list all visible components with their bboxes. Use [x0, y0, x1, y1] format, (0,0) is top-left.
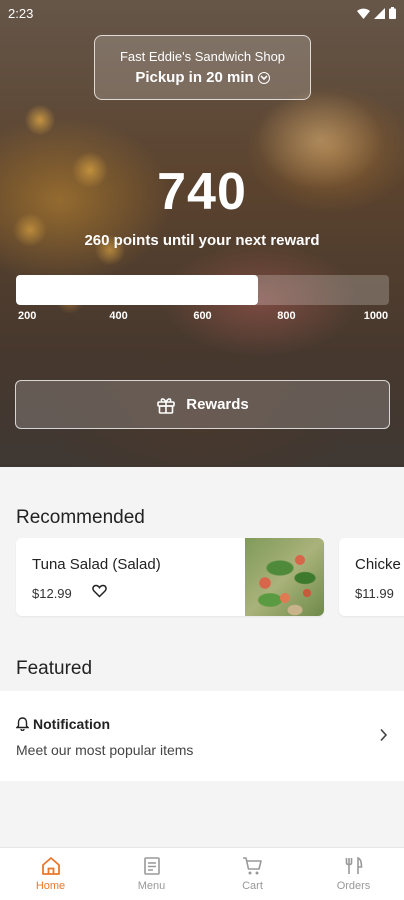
item-price: $11.99	[355, 586, 394, 601]
shop-selector[interactable]: Fast Eddie's Sandwich Shop Pickup in 20 …	[94, 35, 311, 100]
recommended-item-card[interactable]: Chicke $11.99	[339, 538, 404, 616]
signal-icon	[374, 7, 385, 19]
menu-icon	[143, 857, 160, 875]
rewards-button[interactable]: Rewards	[15, 380, 390, 429]
wifi-icon	[357, 8, 370, 19]
hero-banner: 2:23 Fast Eddie's Sandwich Shop Pickup i…	[0, 0, 404, 467]
rewards-progress-bar	[16, 275, 389, 305]
points-subtitle: 260 points until your next reward	[84, 232, 320, 249]
rewards-progress-fill	[16, 275, 259, 305]
status-icons	[357, 6, 396, 20]
shop-name: Fast Eddie's Sandwich Shop	[119, 49, 286, 64]
home-icon	[41, 857, 60, 875]
item-name: Chicke	[355, 556, 401, 573]
nav-cart-label: Cart	[242, 880, 263, 892]
rewards-button-label: Rewards	[186, 396, 249, 413]
notification-row[interactable]: Notification Meet our most popular items	[0, 691, 404, 781]
nav-orders-label: Orders	[336, 880, 371, 892]
featured-title: Featured	[16, 658, 93, 679]
item-price: $12.99	[32, 586, 72, 601]
progress-tick-label: 1000	[363, 310, 389, 322]
nav-home[interactable]: Home	[0, 848, 101, 900]
progress-tick-label: 200	[18, 310, 37, 322]
progress-ticks: 200 400 600 800 1000	[16, 310, 389, 324]
notification-header: Notification	[16, 716, 110, 732]
recommended-item-card[interactable]: Tuna Salad (Salad) $12.99	[16, 538, 324, 616]
home-content: Recommended Tuna Salad (Salad) $12.99 Ch…	[0, 467, 404, 847]
gift-icon	[157, 397, 176, 414]
progress-tick-label: 600	[193, 310, 212, 322]
nav-orders[interactable]: Orders	[303, 848, 404, 900]
progress-tick-label: 400	[109, 310, 128, 322]
nav-menu-label: Menu	[137, 880, 166, 892]
progress-tick-label: 800	[277, 310, 296, 322]
nav-home-label: Home	[35, 880, 66, 892]
item-name: Tuna Salad (Salad)	[32, 556, 161, 573]
bell-icon	[16, 717, 29, 731]
nav-cart[interactable]: Cart	[202, 848, 303, 900]
status-bar: 2:23	[0, 0, 404, 26]
item-image	[245, 538, 324, 616]
pickup-time: Pickup in 20 min	[95, 69, 310, 86]
chevron-down-icon	[257, 71, 270, 84]
orders-icon	[345, 856, 362, 874]
cart-icon	[242, 857, 262, 875]
bottom-navigation: Home Menu Cart Orders	[0, 847, 404, 900]
status-time: 2:23	[8, 6, 34, 21]
heart-icon[interactable]	[92, 584, 107, 598]
battery-icon	[389, 7, 396, 19]
recommended-title: Recommended	[16, 507, 145, 528]
nav-menu[interactable]: Menu	[101, 848, 202, 900]
notification-title: Notification	[33, 716, 110, 732]
chevron-right-icon	[380, 728, 388, 742]
points-balance: 740	[157, 163, 247, 221]
notification-subtitle: Meet our most popular items	[16, 742, 194, 758]
pickup-label: Pickup in 20 min	[135, 69, 254, 86]
